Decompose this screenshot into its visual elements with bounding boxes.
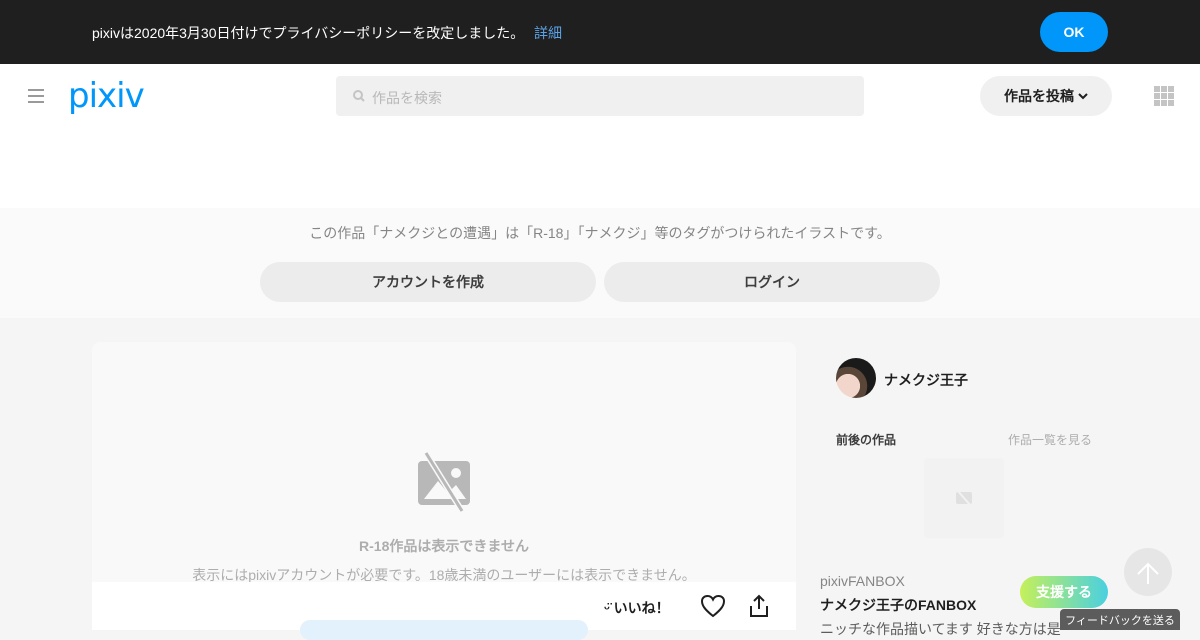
search-placeholder: 作品を検索 — [372, 90, 442, 106]
menu-icon[interactable] — [28, 89, 44, 103]
hidden-title: R-18作品は表示できません — [359, 538, 529, 554]
banner-text: pixivは2020年3月30日付けでプライバシーポリシーを改定しました。 — [92, 25, 525, 41]
login-button[interactable]: ログイン — [604, 262, 940, 302]
post-work-label: 作品を投稿 — [1004, 88, 1074, 104]
fanbox-description: ニッチな作品描いてます 好きな方は是 — [820, 621, 1061, 637]
author-name[interactable]: ナメクジ王子 — [884, 370, 968, 390]
fanbox-name[interactable]: ナメクジ王子のFANBOX — [820, 595, 976, 615]
banner-ok-button[interactable]: OK — [1040, 12, 1108, 52]
banner-details-link[interactable]: 詳細 — [534, 23, 562, 43]
pixiv-logo[interactable]: pixiv — [68, 76, 145, 116]
scroll-to-top-button[interactable] — [1124, 548, 1172, 596]
apps-grid-icon[interactable] — [1154, 86, 1174, 106]
fanbox-label: pixivFANBOX — [820, 573, 905, 589]
heart-icon[interactable] — [700, 594, 726, 618]
author-avatar[interactable] — [836, 358, 876, 398]
search-icon — [353, 90, 365, 102]
image-placeholder-icon — [956, 489, 972, 507]
notice-text: この作品「ナメクジとの遭遇」は「R-18」「ナメクジ」等のタグがつけられたイラス… — [309, 225, 891, 241]
see-all-works-link[interactable]: 作品一覧を見る — [1008, 431, 1092, 448]
arrow-up-icon — [1137, 562, 1159, 584]
image-hidden-icon — [418, 451, 470, 513]
prev-works-label: 前後の作品 — [836, 433, 897, 447]
view-button[interactable] — [300, 620, 588, 640]
create-account-button[interactable]: アカウントを作成 — [260, 262, 596, 302]
post-work-button[interactable]: 作品を投稿 — [980, 76, 1112, 116]
chevron-down-icon — [1078, 93, 1088, 100]
feedback-button[interactable]: フィードバックを送る — [1060, 609, 1180, 630]
like-label[interactable]: ᵕ̈ いいね！ — [604, 598, 670, 618]
share-icon[interactable] — [748, 594, 770, 618]
support-button[interactable]: 支援する — [1020, 576, 1108, 608]
